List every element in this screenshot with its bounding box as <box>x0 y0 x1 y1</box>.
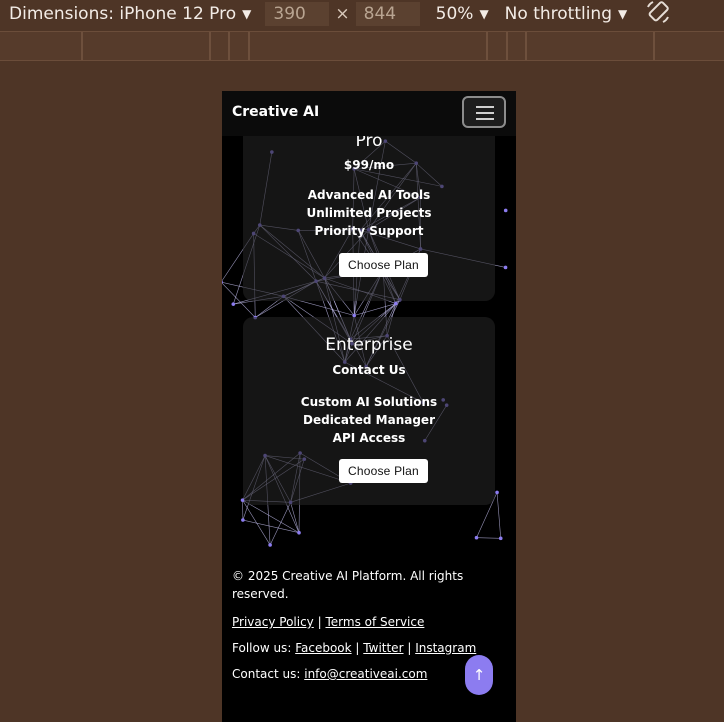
link-separator: | <box>355 641 360 655</box>
chevron-down-icon: ▼ <box>479 7 489 21</box>
device-dropdown[interactable]: Dimensions: iPhone 12 Pro ▼ <box>9 4 251 24</box>
terms-of-service-link[interactable]: Terms of Service <box>325 615 424 629</box>
hamburger-menu-icon[interactable] <box>462 96 506 128</box>
times-icon: × <box>335 4 350 24</box>
instagram-link[interactable]: Instagram <box>415 641 476 655</box>
choose-plan-button[interactable]: Choose Plan <box>339 459 428 483</box>
email-link[interactable]: info@creativeai.com <box>304 667 427 681</box>
follow-label: Follow us: <box>232 641 292 655</box>
rotate-icon[interactable] <box>645 0 671 30</box>
plan-feature: API Access <box>332 431 406 445</box>
legal-links: Privacy Policy | Terms of Service <box>232 615 508 629</box>
link-separator: | <box>317 615 322 629</box>
chevron-down-icon: ▼ <box>618 7 628 21</box>
choose-plan-button[interactable]: Choose Plan <box>339 253 428 277</box>
throttling-label: No throttling <box>504 4 612 24</box>
plan-feature: Dedicated Manager <box>303 413 435 427</box>
scroll-to-top-button[interactable]: ↑ <box>465 655 493 695</box>
plan-price: Contact Us <box>332 363 406 377</box>
facebook-link[interactable]: Facebook <box>295 641 351 655</box>
social-links: Follow us: Facebook | Twitter | Instagra… <box>232 641 508 655</box>
device-dropdown-label: Dimensions: iPhone 12 Pro <box>9 4 237 24</box>
site-navbar: Creative AI <box>222 91 516 136</box>
plan-feature: Priority Support <box>314 224 424 238</box>
zoom-dropdown[interactable]: 50% ▼ <box>436 4 489 24</box>
plan-feature: Unlimited Projects <box>306 206 432 220</box>
privacy-policy-link[interactable]: Privacy Policy <box>232 615 314 629</box>
width-input[interactable]: 390 <box>265 2 330 26</box>
link-separator: | <box>407 641 412 655</box>
device-viewport: Creative AI Pro $99/mo Advanced AI Tools… <box>222 91 516 722</box>
plan-price: $99/mo <box>343 158 395 172</box>
devtools-device-toolbar: Dimensions: iPhone 12 Pro ▼ 390 × 844 50… <box>0 0 724 28</box>
plan-feature: Advanced AI Tools <box>307 188 431 202</box>
pricing-card-pro: Pro $99/mo Advanced AI Tools Unlimited P… <box>243 111 495 301</box>
site-brand[interactable]: Creative AI <box>232 104 319 120</box>
contact-label: Contact us: <box>232 667 301 681</box>
twitter-link[interactable]: Twitter <box>363 641 403 655</box>
zoom-label: 50% <box>435 4 474 24</box>
plan-feature: Custom AI Solutions <box>300 395 438 409</box>
plan-name: Enterprise <box>325 335 413 355</box>
height-input[interactable]: 844 <box>355 2 420 26</box>
throttling-dropdown[interactable]: No throttling ▼ <box>505 4 628 24</box>
chevron-down-icon: ▼ <box>242 7 252 21</box>
copyright-text: © 2025 Creative AI Platform. All rights … <box>232 569 464 601</box>
pricing-card-enterprise: Enterprise Contact Us Custom AI Solution… <box>243 317 495 505</box>
media-query-ruler <box>0 31 724 61</box>
